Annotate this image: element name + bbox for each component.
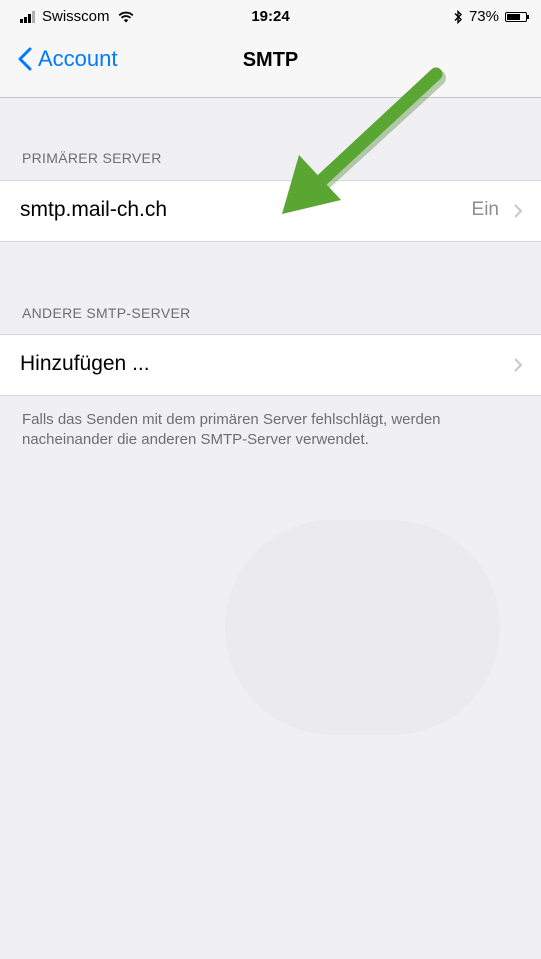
- battery-icon: [505, 11, 529, 22]
- status-bar: Swisscom 19:24 73%: [0, 0, 541, 34]
- navigation-bar: Account SMTP: [0, 34, 541, 98]
- background-shape: [225, 520, 500, 735]
- add-server-label: Hinzufügen ...: [20, 352, 150, 375]
- primary-server-header: PRIMÄRER SERVER: [22, 150, 162, 166]
- bluetooth-icon: [454, 9, 462, 24]
- battery-percent: 73%: [468, 8, 499, 25]
- status-right: 73%: [453, 8, 529, 25]
- battery-fill: [507, 13, 520, 20]
- add-server-row[interactable]: Hinzufügen ...: [0, 334, 541, 396]
- primary-server-name: smtp.mail-ch.ch: [20, 198, 168, 221]
- primary-server-row[interactable]: smtp.mail-ch.ch Ein: [0, 180, 541, 242]
- chevron-right-icon: [514, 204, 523, 218]
- footer-note: Falls das Senden mit dem primären Server…: [22, 411, 441, 448]
- page-title: SMTP: [242, 49, 299, 71]
- primary-server-status: Ein: [471, 199, 499, 220]
- chevron-right-icon: [514, 358, 523, 372]
- annotation-arrow-icon: [282, 67, 446, 214]
- other-servers-header: ANDERE SMTP-SERVER: [22, 305, 191, 321]
